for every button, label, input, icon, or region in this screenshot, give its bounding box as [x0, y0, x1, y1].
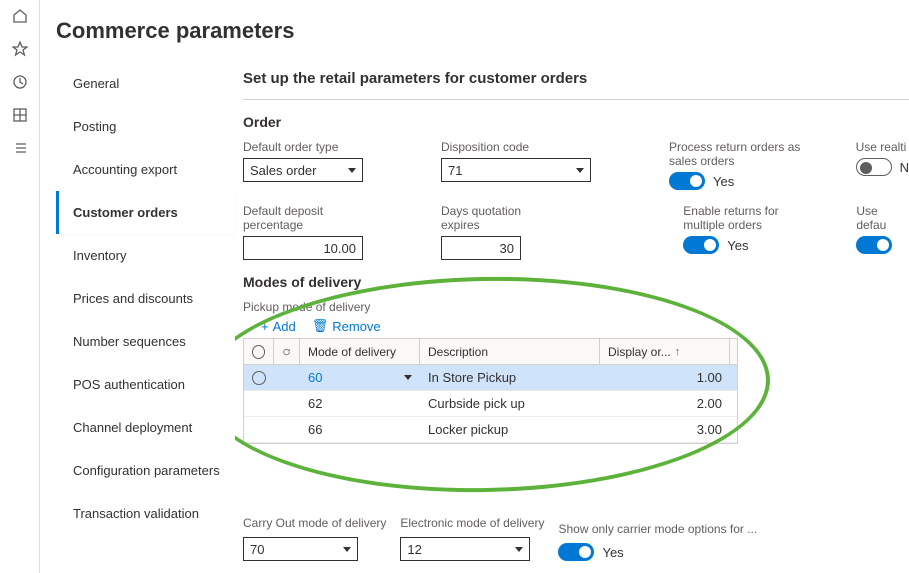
electronic-select[interactable]: 12	[400, 537, 530, 561]
process-return-toggle[interactable]	[669, 172, 705, 190]
cell-description: Locker pickup	[420, 417, 600, 442]
carry-out-value: 70	[250, 542, 264, 557]
nav-posting[interactable]: Posting	[56, 105, 235, 148]
show-only-toggle[interactable]	[558, 543, 594, 561]
table-row[interactable]: 66 Locker pickup 3.00	[244, 417, 737, 443]
remove-button[interactable]: 🗑Remove	[312, 318, 381, 334]
order-heading: Order	[243, 114, 909, 130]
use-default-toggle[interactable]	[856, 236, 892, 254]
section-heading: Set up the retail parameters for custome…	[243, 70, 909, 87]
cell-description: Curbside pick up	[420, 391, 600, 416]
carry-out-select[interactable]: 70	[243, 537, 358, 561]
pickup-mode-label: Pickup mode of delivery	[243, 300, 909, 314]
side-nav: General Posting Accounting export Custom…	[40, 62, 235, 573]
col-mode[interactable]: Mode of delivery	[300, 339, 420, 364]
plus-icon: +	[261, 319, 269, 334]
nav-config-parameters[interactable]: Configuration parameters	[56, 449, 235, 492]
chevron-down-icon	[515, 547, 523, 552]
days-quote-label: Days quotation expires	[441, 204, 535, 232]
process-return-value: Yes	[713, 174, 734, 189]
default-order-type-label: Default order type	[243, 140, 363, 154]
enable-returns-value: Yes	[727, 238, 748, 253]
nav-inventory[interactable]: Inventory	[56, 234, 235, 277]
use-default-label: Use defau	[856, 204, 909, 232]
disposition-code-label: Disposition code	[441, 140, 591, 154]
nav-accounting-export[interactable]: Accounting export	[56, 148, 235, 191]
default-deposit-input[interactable]: 10.00	[243, 236, 363, 260]
nav-number-sequences[interactable]: Number sequences	[56, 320, 235, 363]
chevron-down-icon	[576, 168, 584, 173]
nav-pos-authentication[interactable]: POS authentication	[56, 363, 235, 406]
cell-order: 3.00	[600, 417, 730, 442]
default-order-type-select[interactable]: Sales order	[243, 158, 363, 182]
cell-mode: 62	[300, 391, 420, 416]
days-quote-value: 30	[500, 241, 514, 256]
nav-channel-deployment[interactable]: Channel deployment	[56, 406, 235, 449]
disposition-code-value: 71	[448, 163, 462, 178]
add-button[interactable]: + Add	[261, 318, 296, 334]
enable-returns-label: Enable returns for multiple orders	[683, 204, 820, 232]
cell-mode[interactable]: 60	[300, 365, 420, 390]
default-deposit-label: Default deposit percentage	[243, 204, 363, 232]
grid-icon[interactable]	[12, 107, 28, 126]
content-pane: Set up the retail parameters for custome…	[235, 62, 909, 573]
home-icon[interactable]	[12, 8, 28, 27]
chevron-down-icon	[404, 375, 412, 380]
default-deposit-value: 10.00	[323, 241, 356, 256]
use-realtime-label: Use realti	[856, 140, 909, 154]
star-icon[interactable]	[12, 41, 28, 60]
process-return-label: Process return orders as sales orders	[669, 140, 830, 168]
cell-order: 1.00	[600, 365, 730, 390]
cell-mode: 66	[300, 417, 420, 442]
show-only-value: Yes	[602, 545, 623, 560]
disposition-code-select[interactable]: 71	[441, 158, 591, 182]
table-row[interactable]: 60 In Store Pickup 1.00	[244, 365, 737, 391]
divider	[243, 99, 909, 100]
remove-label: Remove	[332, 319, 380, 334]
col-description[interactable]: Description	[420, 339, 600, 364]
pickup-mode-grid: Mode of delivery Description Display or.…	[243, 338, 738, 444]
nav-customer-orders[interactable]: Customer orders	[56, 191, 235, 234]
page-title: Commerce parameters	[40, 0, 909, 62]
chevron-down-icon	[343, 547, 351, 552]
days-quote-input[interactable]: 30	[441, 236, 521, 260]
show-only-label: Show only carrier mode options for ...	[558, 522, 757, 536]
col-display-order[interactable]: Display or...↑	[600, 339, 730, 364]
enable-returns-toggle[interactable]	[683, 236, 719, 254]
nav-prices-discounts[interactable]: Prices and discounts	[56, 277, 235, 320]
table-row[interactable]: 62 Curbside pick up 2.00	[244, 391, 737, 417]
electronic-label: Electronic mode of delivery	[400, 516, 544, 530]
select-all-radio[interactable]	[244, 339, 274, 364]
electronic-value: 12	[407, 542, 421, 557]
nav-transaction-validation[interactable]: Transaction validation	[56, 492, 235, 535]
chevron-down-icon	[348, 168, 356, 173]
nav-general[interactable]: General	[56, 62, 235, 105]
refresh-icon[interactable]	[274, 339, 300, 364]
list-icon[interactable]	[12, 140, 28, 159]
grid-header: Mode of delivery Description Display or.…	[244, 339, 737, 365]
clock-icon[interactable]	[12, 74, 28, 93]
icon-rail	[0, 0, 40, 573]
add-label: Add	[273, 319, 296, 334]
carry-out-label: Carry Out mode of delivery	[243, 516, 386, 530]
sort-asc-icon: ↑	[675, 346, 681, 358]
cell-description: In Store Pickup	[420, 365, 600, 390]
trash-icon: 🗑	[312, 318, 329, 334]
modes-heading: Modes of delivery	[243, 274, 909, 290]
use-realtime-value: N	[900, 160, 909, 175]
default-order-type-value: Sales order	[250, 163, 316, 178]
use-realtime-toggle[interactable]	[856, 158, 892, 176]
cell-order: 2.00	[600, 391, 730, 416]
row-radio[interactable]	[252, 371, 266, 385]
